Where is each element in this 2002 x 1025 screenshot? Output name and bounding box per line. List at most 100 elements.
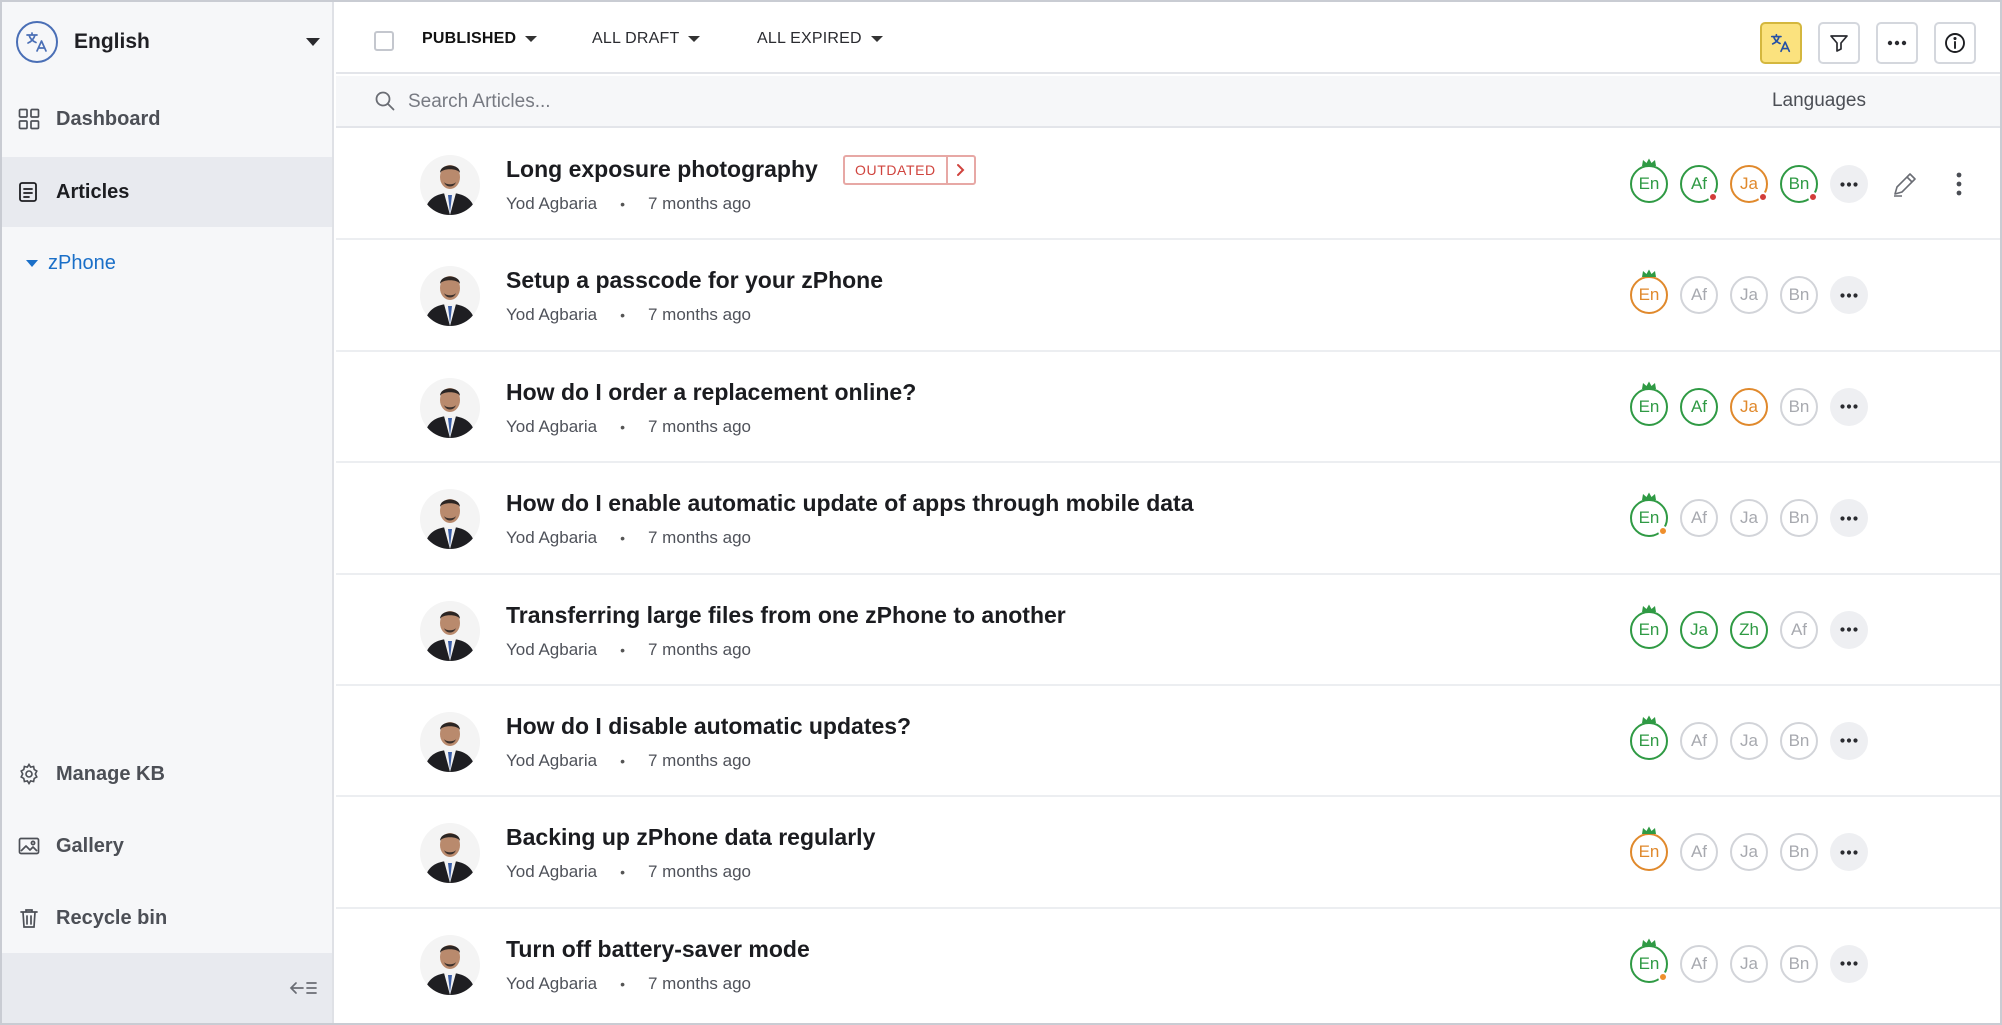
tab-all-expired[interactable]: ALL EXPIRED — [757, 30, 883, 48]
filter-button[interactable] — [1818, 22, 1860, 64]
language-chip[interactable]: Ja — [1730, 721, 1768, 760]
language-chip[interactable]: Af — [1780, 610, 1818, 649]
language-code: En — [1638, 953, 1660, 973]
language-chip[interactable]: En — [1630, 938, 1668, 983]
language-chip[interactable]: Bn — [1780, 387, 1818, 426]
language-code: Af — [1690, 396, 1708, 416]
language-chip[interactable]: Af — [1680, 944, 1718, 983]
article-row[interactable]: Turn off battery-saver mode Yod Agbaria • 7… — [336, 909, 2000, 1020]
nav-dashboard[interactable]: Dashboard — [2, 84, 332, 154]
crown-icon — [1642, 826, 1656, 835]
select-all-checkbox[interactable] — [374, 31, 394, 51]
language-chip[interactable]: Ja — [1680, 610, 1718, 649]
article-row[interactable]: How do I disable automatic updates? Yod A… — [336, 686, 2000, 798]
language-chip[interactable]: Ja — [1730, 276, 1768, 315]
category-zphone[interactable]: zPhone — [26, 252, 116, 275]
language-chip[interactable]: En — [1630, 269, 1668, 315]
language-chip[interactable]: Bn — [1780, 499, 1818, 538]
separator-dot: • — [620, 975, 625, 992]
translation-languages: En Af Ja Bn — [1630, 938, 1868, 983]
more-languages-button[interactable] — [1830, 499, 1868, 538]
language-chip[interactable]: En — [1630, 492, 1668, 538]
article-title[interactable]: Long exposure photography — [506, 156, 818, 183]
image-icon — [18, 835, 40, 857]
language-chip[interactable]: En — [1630, 381, 1668, 426]
article-row[interactable]: Long exposure photography Yod Agbaria • 7 m… — [336, 129, 2000, 241]
translate-button[interactable] — [1760, 22, 1802, 64]
language-chip[interactable]: En — [1630, 604, 1668, 649]
more-languages-button[interactable] — [1830, 387, 1868, 426]
article-title[interactable]: How do I enable automatic update of apps… — [506, 490, 1193, 517]
language-chip[interactable]: Ja — [1730, 944, 1768, 983]
outdated-badge[interactable]: OUTDATED — [843, 155, 976, 185]
info-button[interactable] — [1934, 22, 1976, 64]
translation-languages: En Af Ja Bn — [1630, 269, 1868, 315]
language-code: En — [1638, 285, 1660, 305]
language-chip[interactable]: Zh — [1730, 610, 1768, 649]
article-title[interactable]: How do I disable automatic updates? — [506, 713, 911, 740]
language-code: Ja — [1740, 285, 1758, 305]
article-meta: Yod Agbaria • 7 months ago — [506, 417, 751, 437]
nav-manage-kb[interactable]: Manage KB — [2, 739, 332, 809]
language-chip[interactable]: Ja — [1730, 387, 1768, 426]
outdated-badge-label: OUTDATED — [845, 157, 948, 183]
language-code: En — [1638, 730, 1660, 750]
language-chip[interactable]: Af — [1680, 387, 1718, 426]
tab-published[interactable]: PUBLISHED — [422, 30, 538, 48]
language-chip[interactable]: Bn — [1780, 165, 1818, 203]
edit-pencil-icon[interactable] — [1890, 169, 1920, 199]
language-chip[interactable]: Af — [1680, 833, 1718, 872]
nav-manage-kb-label: Manage KB — [56, 762, 165, 785]
tab-all-draft[interactable]: ALL DRAFT — [592, 30, 701, 48]
nav-gallery[interactable]: Gallery — [2, 811, 332, 881]
article-row[interactable]: Backing up zPhone data regularly Yod Agba… — [336, 797, 2000, 909]
translation-languages: En Af Ja Bn — [1630, 492, 1868, 538]
language-chip[interactable]: Af — [1680, 721, 1718, 760]
language-chip[interactable]: En — [1630, 826, 1668, 872]
more-options-button[interactable] — [1876, 22, 1918, 64]
translation-languages: En Af Ja Bn — [1630, 826, 1868, 872]
translation-languages: En Af Ja Bn — [1630, 381, 1868, 426]
language-code: Ja — [1740, 730, 1758, 750]
language-chip[interactable]: Ja — [1730, 833, 1768, 872]
language-chip[interactable]: Ja — [1730, 165, 1768, 203]
separator-dot: • — [620, 196, 625, 212]
language-chip[interactable]: Bn — [1780, 944, 1818, 983]
language-selector[interactable]: English — [16, 20, 326, 64]
more-languages-button[interactable] — [1830, 721, 1868, 760]
language-chip[interactable]: Af — [1680, 165, 1718, 203]
article-row[interactable]: How do I enable automatic update of apps… — [336, 463, 2000, 575]
article-title[interactable]: How do I order a replacement online? — [506, 379, 916, 406]
language-chip[interactable]: Ja — [1730, 499, 1768, 538]
more-languages-button[interactable] — [1830, 165, 1868, 203]
more-languages-button[interactable] — [1830, 944, 1868, 983]
nav-recycle-bin[interactable]: Recycle bin — [2, 883, 332, 953]
article-row[interactable]: How do I order a replacement online? Yod … — [336, 352, 2000, 464]
article-title[interactable]: Turn off battery-saver mode — [506, 936, 810, 963]
more-languages-button[interactable] — [1830, 833, 1868, 872]
author-photo — [420, 934, 480, 995]
language-code: Bn — [1788, 842, 1810, 862]
more-languages-button[interactable] — [1830, 276, 1868, 315]
language-code: Bn — [1788, 285, 1810, 305]
kebab-menu-icon[interactable] — [1952, 169, 1966, 199]
search-input[interactable] — [408, 86, 1308, 118]
language-chip[interactable]: En — [1630, 715, 1668, 760]
language-chip[interactable]: Bn — [1780, 276, 1818, 315]
article-row[interactable]: Transferring large files from one zPhone… — [336, 575, 2000, 686]
article-title[interactable]: Backing up zPhone data regularly — [506, 824, 875, 851]
language-chip[interactable]: En — [1630, 158, 1668, 203]
separator-dot: • — [620, 864, 625, 881]
article-title[interactable]: Setup a passcode for your zPhone — [506, 267, 883, 294]
language-chip[interactable]: Af — [1680, 499, 1718, 538]
article-title[interactable]: Transferring large files from one zPhone… — [506, 602, 1066, 629]
article-row[interactable]: Setup a passcode for your zPhone Yod Agba… — [336, 240, 2000, 352]
modified-time: 7 months ago — [647, 973, 751, 993]
language-chip[interactable]: Af — [1680, 276, 1718, 315]
language-chip[interactable]: Bn — [1780, 721, 1818, 760]
more-horizontal-icon — [1840, 738, 1858, 744]
nav-articles[interactable]: Articles — [2, 157, 332, 227]
more-languages-button[interactable] — [1830, 610, 1868, 649]
collapse-sidebar-icon[interactable] — [288, 977, 318, 999]
language-chip[interactable]: Bn — [1780, 833, 1818, 872]
